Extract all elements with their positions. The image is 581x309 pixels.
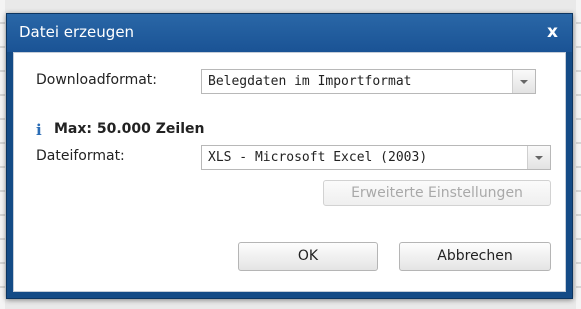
background-grid-right <box>576 0 581 309</box>
advanced-settings-button[interactable]: Erweiterte Einstellungen <box>323 180 551 206</box>
dialog-title: Datei erzeugen <box>19 23 135 41</box>
file-format-select[interactable]: XLS - Microsoft Excel (2003) <box>201 145 551 170</box>
chevron-down-icon <box>535 156 543 160</box>
info-icon: i <box>36 121 42 139</box>
datei-erzeugen-dialog: Datei erzeugen x Downloadformat: Belegda… <box>6 13 573 299</box>
dialog-body: Downloadformat: Belegdaten im Importform… <box>13 52 566 292</box>
cancel-button[interactable]: Abbrechen <box>399 242 551 271</box>
download-format-label: Downloadformat: <box>36 72 158 88</box>
file-format-dropdown-trigger[interactable] <box>527 146 550 169</box>
download-format-dropdown-trigger[interactable] <box>512 70 535 93</box>
close-icon[interactable]: x <box>547 22 558 42</box>
max-rows-info: Max: 50.000 Zeilen <box>54 121 205 137</box>
background-grid-left <box>0 0 5 309</box>
chevron-down-icon <box>520 80 528 84</box>
dialog-titlebar[interactable]: Datei erzeugen x <box>7 14 572 52</box>
file-format-label: Dateiformat: <box>36 148 125 164</box>
download-format-value: Belegdaten im Importformat <box>208 74 412 89</box>
file-format-value: XLS - Microsoft Excel (2003) <box>208 150 428 165</box>
download-format-select[interactable]: Belegdaten im Importformat <box>201 69 536 94</box>
ok-button[interactable]: OK <box>238 242 378 271</box>
